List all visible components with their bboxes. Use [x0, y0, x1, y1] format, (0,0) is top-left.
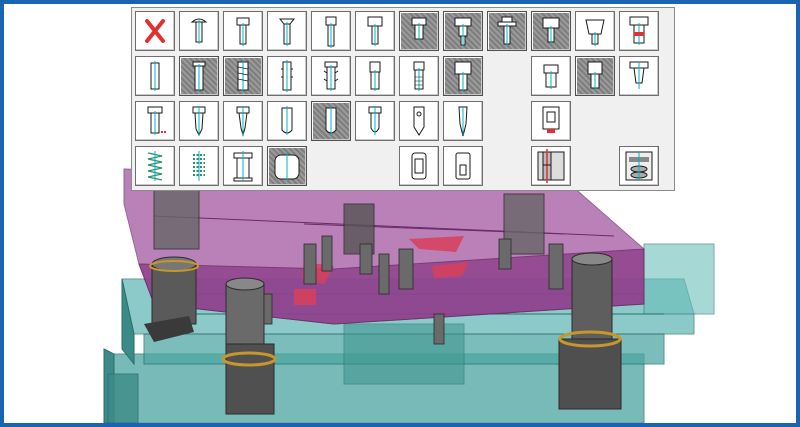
pin-punch-tagged-icon: [147, 106, 167, 135]
palette-empty-slot: [487, 56, 527, 96]
spring-coil-icon: [147, 151, 163, 181]
sleeve-slotted-button[interactable]: [399, 146, 439, 186]
nitrogen-spring-group-button[interactable]: [619, 146, 659, 186]
punch-round-pressed-icon: [325, 106, 337, 135]
cancel-x-icon: [145, 19, 165, 43]
screw-socket-long-icon: [325, 16, 337, 48]
screw-flange-pressed-icon: [497, 16, 517, 46]
cylinder-block-pressed-icon: [274, 152, 300, 181]
palette-empty-slot: [575, 101, 615, 141]
guide-assembly-section-icon: [537, 149, 565, 183]
screw-round-head-button[interactable]: [179, 11, 219, 51]
spring-stack-icon: [193, 151, 205, 181]
screw-shoulder-pressed-button[interactable]: [443, 11, 483, 51]
punch-pointed-icon: [236, 106, 250, 137]
stripper-plate: [123, 168, 645, 325]
pin-grooved-button[interactable]: [267, 56, 307, 96]
stripper-bolt-spring-button[interactable]: [223, 146, 263, 186]
punch-rounded-icon: [281, 106, 293, 135]
stripper-bolt-spring-icon: [233, 151, 253, 182]
punch-round-pressed-button[interactable]: [311, 101, 351, 141]
screw-socket-cap-button[interactable]: [355, 11, 395, 51]
guide-pillar-plain-button[interactable]: [619, 11, 659, 51]
screw-socket-head-icon: [236, 17, 250, 46]
punch-needle-button[interactable]: [443, 101, 483, 141]
bush-pressed-icon: [587, 61, 603, 90]
guide-pillar-dome-button[interactable]: [575, 11, 615, 51]
punch-tapered-button[interactable]: [179, 101, 219, 141]
pin-dowel-button[interactable]: [135, 56, 175, 96]
pin-ejector-pressed-button[interactable]: [179, 56, 219, 96]
spring-stack-button[interactable]: [179, 146, 219, 186]
guide-pillar-plain-icon: [629, 16, 649, 45]
viewport-frame: [0, 0, 800, 427]
cancel-x-button[interactable]: [135, 11, 175, 51]
screw-socket-long-button[interactable]: [311, 11, 351, 51]
cylinder-block-pressed-button[interactable]: [267, 146, 307, 186]
sleeve-hex-icon: [455, 152, 471, 180]
screw-countersunk-button[interactable]: [267, 11, 307, 51]
pin-cap-pressed-icon: [454, 61, 472, 92]
pin-cap-pressed-button[interactable]: [443, 56, 483, 96]
pin-stepped-button[interactable]: [355, 56, 395, 96]
screw-hex-head-icon: [411, 17, 427, 41]
screw-cap-pressed-icon: [542, 17, 560, 44]
screw-flange-pressed-button[interactable]: [487, 11, 527, 51]
guide-pillar-dome-icon: [585, 19, 605, 46]
palette-empty-slot: [619, 101, 659, 141]
palette-empty-slot: [487, 101, 527, 141]
palette-empty-slot: [487, 146, 527, 186]
pin-knurled-pressed-button[interactable]: [223, 56, 263, 96]
guide-assembly-section-button[interactable]: [531, 146, 571, 186]
pin-stepped-icon: [369, 61, 381, 91]
screw-cap-pressed-button[interactable]: [531, 11, 571, 51]
punch-pointed-button[interactable]: [223, 101, 263, 141]
sleeve-hex-button[interactable]: [443, 146, 483, 186]
screw-countersunk-icon: [278, 18, 296, 46]
pin-threaded-button[interactable]: [399, 56, 439, 96]
bush-stepped-sleeve-icon: [542, 106, 560, 133]
pin-dowel-icon: [150, 61, 160, 91]
screw-round-head-icon: [190, 18, 208, 44]
pin-punch-tagged-button[interactable]: [135, 101, 175, 141]
palette-empty-slot: [575, 146, 615, 186]
screw-hex-head-button[interactable]: [399, 11, 439, 51]
bush-stepped-sleeve-button[interactable]: [531, 101, 571, 141]
bush-pressed-button[interactable]: [575, 56, 615, 96]
pin-ejector-pressed-icon: [192, 61, 206, 92]
nitrogen-spring-group-icon: [625, 151, 653, 181]
punch-bullet-button[interactable]: [355, 101, 395, 141]
screw-shoulder-pressed-icon: [454, 17, 472, 47]
standard-parts-palette: [131, 7, 675, 191]
punch-rounded-button[interactable]: [267, 101, 307, 141]
palette-empty-slot: [311, 146, 351, 186]
pin-grooved-icon: [281, 60, 293, 92]
bush-collar-button[interactable]: [619, 56, 659, 96]
sleeve-slotted-icon: [411, 152, 427, 180]
punch-hole-button[interactable]: [399, 101, 439, 141]
spring-coil-button[interactable]: [135, 146, 175, 186]
punch-tapered-icon: [192, 106, 206, 137]
punch-hole-icon: [413, 106, 425, 136]
punch-bullet-icon: [368, 106, 382, 135]
pin-barbed-button[interactable]: [311, 56, 351, 96]
pin-barbed-icon: [323, 61, 339, 91]
bush-collar-icon: [629, 61, 649, 89]
pin-threaded-icon: [413, 61, 425, 91]
screw-socket-head-button[interactable]: [223, 11, 263, 51]
bush-plain-icon: [543, 64, 559, 89]
screw-socket-cap-icon: [367, 16, 383, 46]
punch-needle-icon: [458, 106, 468, 137]
bush-plain-button[interactable]: [531, 56, 571, 96]
pin-knurled-pressed-icon: [237, 60, 249, 92]
palette-empty-slot: [355, 146, 395, 186]
